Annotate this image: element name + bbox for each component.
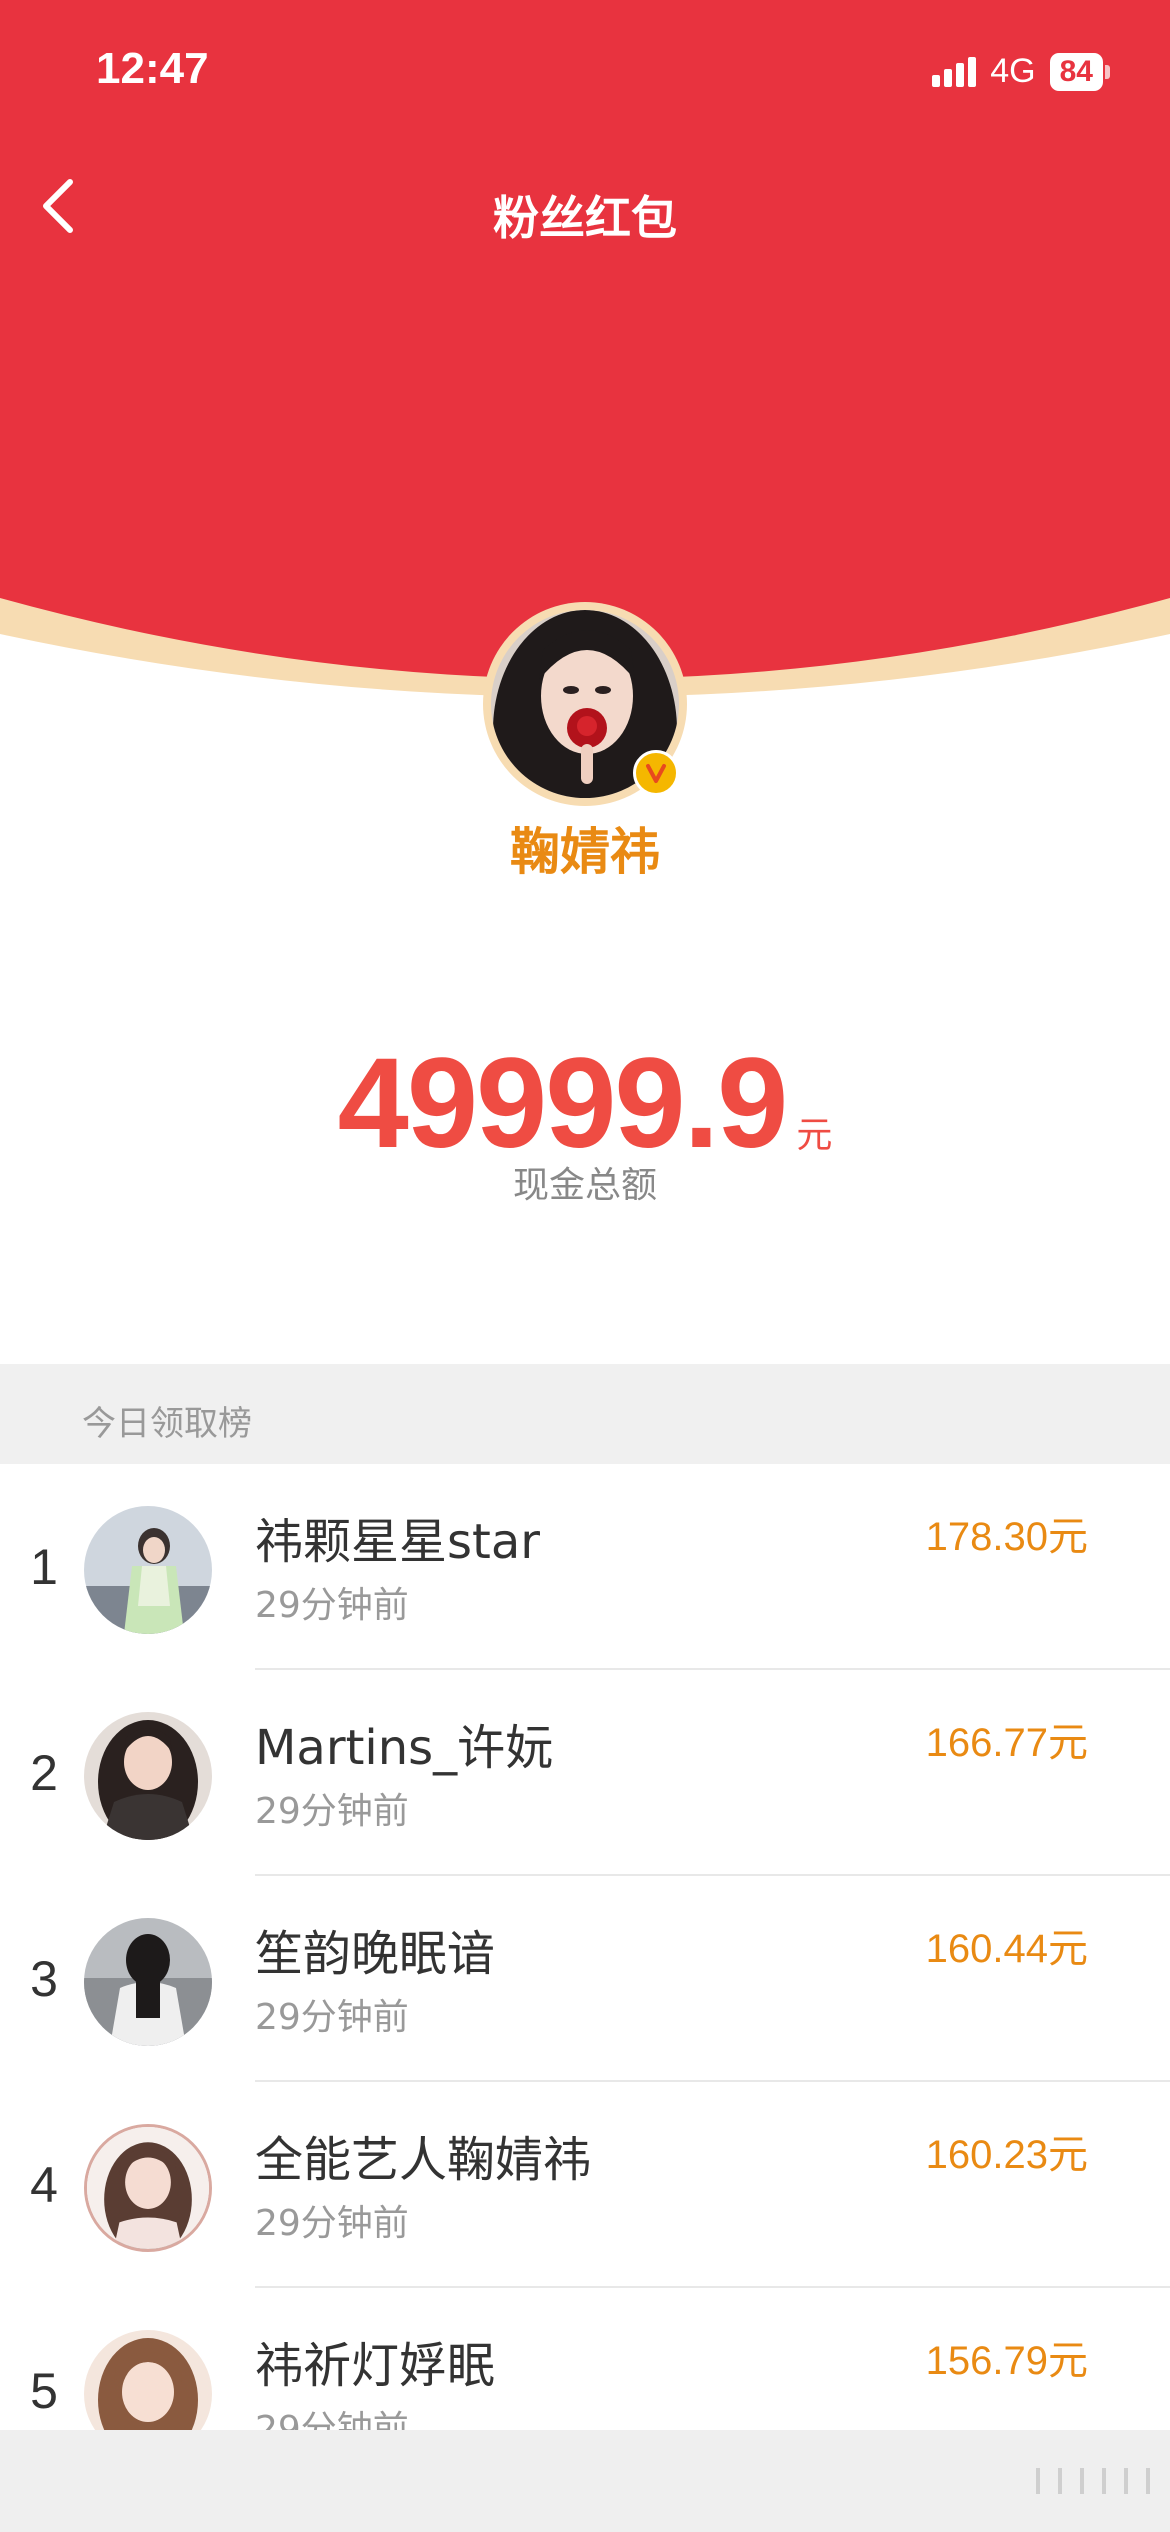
user-name: 笙韵晚眠谙: [255, 1926, 496, 1982]
user-name: 全能艺人鞠婧祎: [255, 2132, 592, 2188]
claim-time: 29分钟前: [255, 1997, 409, 2038]
claim-time: 29分钟前: [255, 1585, 409, 1626]
avatar[interactable]: [84, 1712, 212, 1840]
rank-number: 2: [30, 1745, 58, 1801]
creator-avatar[interactable]: [483, 602, 687, 806]
rank-number: 4: [30, 2157, 58, 2213]
verified-v-badge-icon: [633, 750, 679, 796]
claim-amount: 160.23元: [925, 2133, 1088, 2177]
avatar[interactable]: [84, 1918, 212, 2046]
list-item[interactable]: 4 全能艺人鞠婧祎 29分钟前 160.23元: [0, 2082, 1170, 2288]
leaderboard-title: 今日领取榜: [82, 1404, 252, 1444]
user-name: 祎祈灯娐眠: [255, 2338, 496, 2394]
battery-icon: 84: [1049, 52, 1110, 91]
bottom-bar: [0, 2430, 1170, 2532]
list-item[interactable]: 1 祎颗星星star 29分钟前 178.30元: [0, 1464, 1170, 1670]
user-name: Martins_许妧: [255, 1720, 554, 1776]
status-icons: 4G 84: [932, 52, 1110, 91]
signal-icon: [932, 56, 977, 87]
amount-value: 49999.9: [337, 1032, 789, 1175]
amount-label: 现金总额: [512, 1165, 657, 1206]
claim-amount: 178.30元: [925, 1515, 1088, 1559]
rank-number: 1: [30, 1539, 58, 1595]
network-type: 4G: [990, 52, 1036, 90]
leaderboard-list: 1 祎颗星星star 29分钟前 178.30元 2 Martins_许妧 29…: [0, 1464, 1170, 2494]
list-item[interactable]: 3 笙韵晚眠谙 29分钟前 160.44元: [0, 1876, 1170, 2082]
creator-name[interactable]: 鞠婧祎: [0, 812, 1170, 884]
claim-time: 29分钟前: [255, 1791, 409, 1832]
rank-number: 3: [30, 1951, 58, 2007]
amount-unit: 元: [796, 1115, 833, 1156]
gesture-indicator-icon: [1036, 2468, 1150, 2494]
battery-level: 84: [1049, 52, 1103, 91]
claim-amount: 156.79元: [925, 2339, 1088, 2383]
claim-amount: 166.77元: [925, 1721, 1088, 1765]
claim-amount: 160.44元: [925, 1927, 1088, 1971]
avatar[interactable]: [84, 2124, 212, 2252]
rank-number: 5: [30, 2363, 58, 2419]
user-name: 祎颗星星star: [255, 1514, 540, 1570]
claim-time: 29分钟前: [255, 2203, 409, 2244]
status-time: 12:47: [96, 44, 209, 93]
total-amount: 49999.9 元: [0, 1030, 1170, 1177]
page-title: 粉丝红包: [493, 191, 677, 245]
avatar[interactable]: [84, 1506, 212, 1634]
list-item[interactable]: 2 Martins_许妧 29分钟前 166.77元: [0, 1670, 1170, 1876]
